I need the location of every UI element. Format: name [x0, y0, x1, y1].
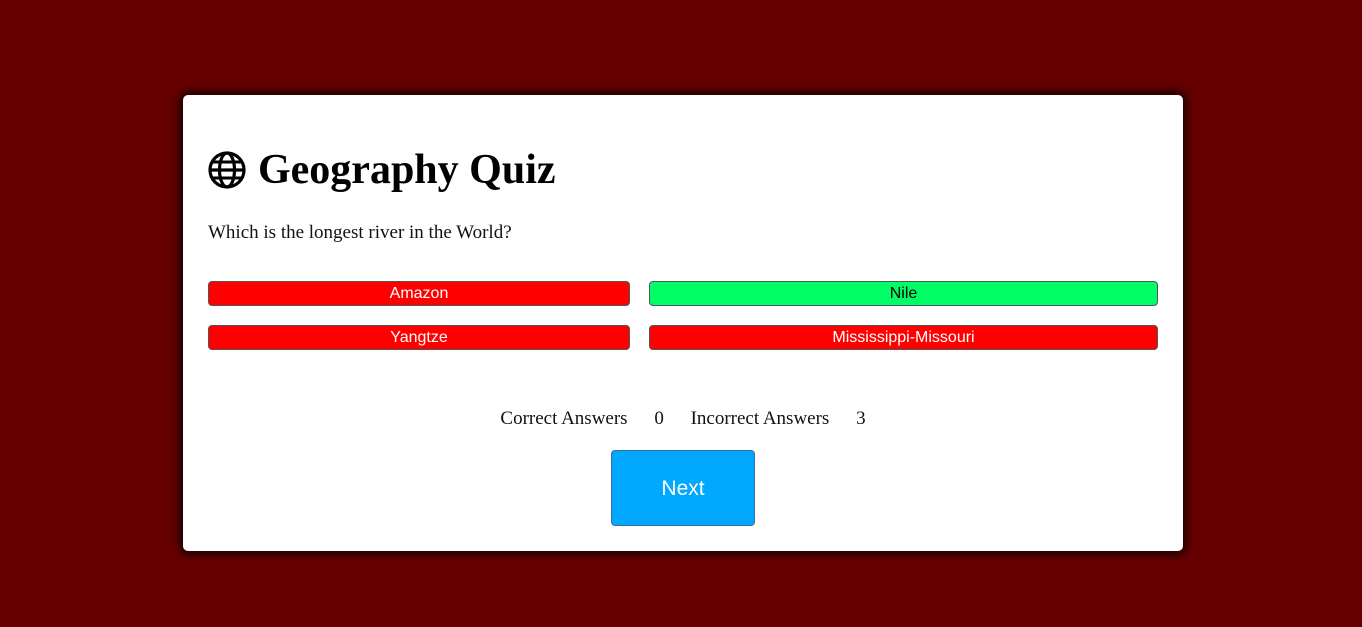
question-text: Which is the longest river in the World? [208, 222, 512, 243]
quiz-card: Geography Quiz Which is the longest rive… [183, 95, 1183, 551]
answer-button-mississippi-missouri[interactable]: Mississippi-Missouri [649, 325, 1158, 350]
correct-answers-label: Correct Answers [500, 408, 628, 429]
correct-answers: Correct Answers 0 [500, 408, 663, 429]
quiz-title: Geography Quiz [208, 147, 556, 193]
globe-icon [208, 151, 246, 189]
next-button[interactable]: Next [611, 450, 755, 526]
answer-button-nile[interactable]: Nile [649, 281, 1158, 306]
score-summary: Correct Answers 0 Incorrect Answers 3 [183, 407, 1183, 431]
correct-answers-count: 0 [654, 408, 664, 429]
incorrect-answers-count: 3 [856, 408, 866, 429]
answer-button-yangtze[interactable]: Yangtze [208, 325, 630, 350]
incorrect-answers-label: Incorrect Answers [690, 408, 830, 429]
quiz-title-text: Geography Quiz [258, 147, 556, 193]
incorrect-answers: Incorrect Answers 3 [691, 408, 866, 429]
answer-button-amazon[interactable]: Amazon [208, 281, 630, 306]
